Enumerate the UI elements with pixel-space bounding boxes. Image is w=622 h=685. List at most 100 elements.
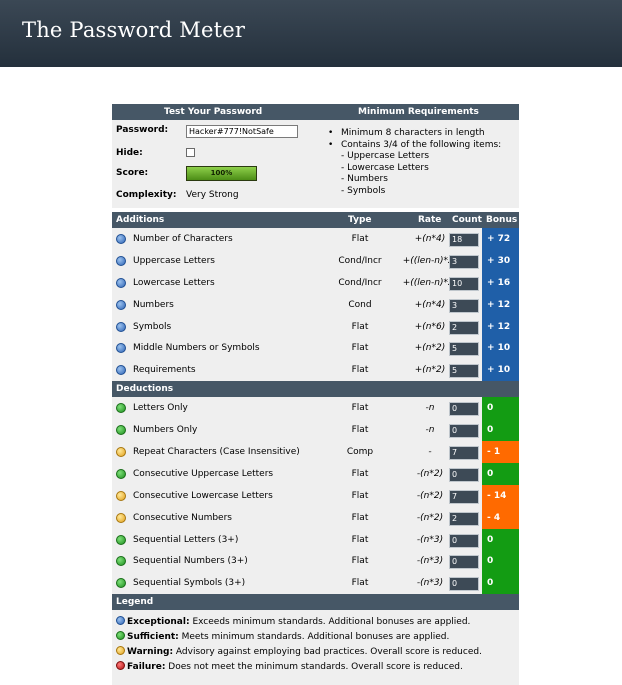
criteria-name: Middle Numbers or Symbols <box>133 343 260 354</box>
criteria-count: 0 <box>449 467 479 482</box>
yellow-warning-icon <box>116 490 126 501</box>
complexity-value: Very Strong <box>186 190 239 200</box>
yellow-warning-icon <box>116 646 125 656</box>
criteria-bonus-cell: + 10 <box>482 337 519 360</box>
requirement-item: Contains 3/4 of the following items: <box>327 140 501 152</box>
blue-info-icon <box>116 321 126 332</box>
criteria-bonus-cell: 0 <box>482 550 519 573</box>
criteria-bonus: + 12 <box>487 299 511 310</box>
criteria-bonus: + 10 <box>487 343 511 354</box>
criteria-type: Flat <box>351 512 369 523</box>
criteria-bonus: + 12 <box>487 321 511 332</box>
legend-exceptional: Exceptional: Exceeds minimum standards. … <box>116 616 470 627</box>
criteria-count: 10 <box>449 276 479 291</box>
criteria-type: Cond <box>348 299 372 310</box>
criteria-bonus: 0 <box>487 403 494 414</box>
legend-text: Advisory against employing bad practices… <box>173 647 482 658</box>
criteria-type: Cond/Incr <box>338 255 382 266</box>
table-row: Consecutive Lowercase Letters Flat -(n*2) 7… <box>112 484 519 507</box>
table-row: Consecutive Uppercase Letters Flat -(n*2) 0… <box>112 462 519 485</box>
criteria-type: Flat <box>351 556 369 567</box>
criteria-count: 7 <box>449 446 479 461</box>
blue-info-icon <box>116 255 126 266</box>
criteria-bonus: + 30 <box>487 255 511 266</box>
type-column-header: Type <box>348 215 372 225</box>
red-failure-icon <box>116 661 125 671</box>
hide-label: Hide: <box>116 148 143 158</box>
criteria-bonus: + 72 <box>487 234 511 244</box>
criteria-bonus-cell: + 30 <box>482 249 519 272</box>
requirement-subitem: - Symbols <box>341 185 386 196</box>
complexity-label: Complexity: <box>116 190 177 200</box>
legend-term: Sufficient: <box>127 632 179 643</box>
table-row: Requirements Flat +(n*2) 5 + 10 <box>112 359 519 382</box>
requirement-item: Minimum 8 characters in length <box>327 128 501 140</box>
deductions-header: Deductions <box>112 381 519 398</box>
criteria-count: 7 <box>449 489 479 504</box>
requirement-subitem: - Numbers <box>341 174 388 184</box>
criteria-name: Letters Only <box>133 403 188 414</box>
criteria-count: 0 <box>449 577 479 592</box>
blue-info-icon <box>116 343 126 354</box>
hide-checkbox[interactable] <box>186 148 195 157</box>
password-meter-panel: Test Your Password Minimum Requirements … <box>112 104 519 685</box>
blue-info-icon <box>116 277 126 288</box>
criteria-count: 3 <box>449 298 479 313</box>
table-row: Numbers Only Flat -n 0 0 <box>112 419 519 442</box>
criteria-name: Repeat Characters (Case Insensitive) <box>133 447 300 458</box>
criteria-name: Sequential Letters (3+) <box>133 534 239 545</box>
criteria-bonus-cell: 0 <box>482 419 519 442</box>
count-column-header: Count <box>452 215 482 225</box>
criteria-count: 18 <box>449 233 479 247</box>
criteria-bonus-cell: - 4 <box>482 506 519 529</box>
criteria-type: Flat <box>351 234 369 244</box>
criteria-bonus-cell: + 12 <box>482 315 519 338</box>
requirements-list: Minimum 8 characters in length Contains … <box>327 128 501 197</box>
additions-table: Number of Characters Flat +(n*4) 18 + 72 Uppe… <box>112 228 519 382</box>
criteria-type: Flat <box>351 490 369 501</box>
blue-info-icon <box>116 616 125 626</box>
criteria-bonus: 0 <box>487 468 494 479</box>
test-your-password-heading: Test Your Password <box>164 107 263 117</box>
criteria-name: Number of Characters <box>133 234 233 244</box>
site-title: The Password Meter <box>22 18 246 42</box>
criteria-bonus: 0 <box>487 425 494 436</box>
blue-info-icon <box>116 365 126 376</box>
password-input[interactable]: Hacker#777!NotSafe <box>186 125 298 138</box>
bonus-column-header: Bonus <box>486 215 518 225</box>
criteria-bonus-cell: + 10 <box>482 359 519 382</box>
criteria-count: 5 <box>449 342 479 357</box>
legend-term: Exceptional: <box>127 617 190 628</box>
criteria-count: 0 <box>449 402 479 417</box>
criteria-count: 2 <box>449 511 479 526</box>
criteria-count: 0 <box>449 424 479 439</box>
criteria-name: Consecutive Uppercase Letters <box>133 468 274 479</box>
criteria-name: Lowercase Letters <box>133 277 215 288</box>
table-row: Letters Only Flat -n 0 0 <box>112 397 519 420</box>
criteria-name: Sequential Numbers (3+) <box>133 556 248 567</box>
criteria-bonus-cell: + 12 <box>482 293 519 316</box>
criteria-type: Flat <box>351 534 369 545</box>
criteria-count: 2 <box>449 320 479 335</box>
blue-info-icon <box>116 234 126 244</box>
table-row: Consecutive Numbers Flat -(n*2) 2- 4 <box>112 506 519 529</box>
minimum-requirements-heading: Minimum Requirements <box>358 107 479 117</box>
criteria-type: Flat <box>351 403 369 414</box>
criteria-name: Consecutive Lowercase Letters <box>133 490 273 501</box>
criteria-name: Consecutive Numbers <box>133 512 232 523</box>
score-value: 100% <box>210 169 233 177</box>
score-bar: 100% <box>186 166 257 181</box>
yellow-warning-icon <box>116 447 126 458</box>
table-row: Middle Numbers or Symbols Flat +(n*2) 5 + 10 <box>112 337 519 360</box>
legend-section: Exceptional: Exceeds minimum standards. … <box>112 610 519 685</box>
criteria-name: Uppercase Letters <box>133 255 215 266</box>
criteria-type: Cond/Incr <box>338 277 382 288</box>
criteria-bonus: 0 <box>487 578 494 589</box>
criteria-name: Numbers Only <box>133 425 198 436</box>
green-check-icon <box>116 534 126 545</box>
criteria-bonus-cell: 0 <box>482 397 519 420</box>
criteria-count: 0 <box>449 555 479 570</box>
test-section-header: Test Your Password Minimum Requirements <box>112 104 519 120</box>
criteria-type: Flat <box>351 425 369 436</box>
criteria-type: Flat <box>351 343 369 354</box>
